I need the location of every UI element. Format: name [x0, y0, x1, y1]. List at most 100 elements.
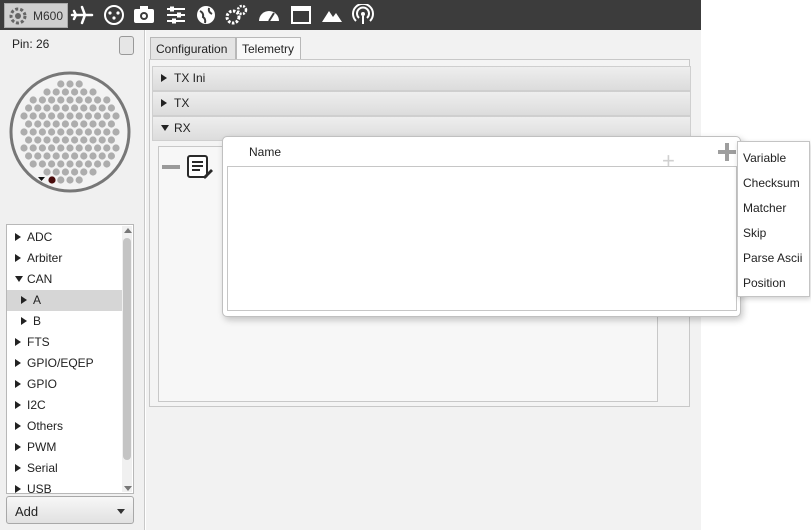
- connector-pin[interactable]: [43, 168, 51, 176]
- connector-pin[interactable]: [103, 112, 111, 120]
- connector-pin[interactable]: [66, 176, 74, 184]
- connector-pin[interactable]: [43, 136, 51, 144]
- connector-pin[interactable]: [43, 152, 51, 160]
- scrollbar-thumb[interactable]: [123, 238, 131, 460]
- connector-pin[interactable]: [103, 144, 111, 152]
- connector-pin[interactable]: [48, 96, 56, 104]
- connector-pin[interactable]: [48, 128, 56, 136]
- connector-pin[interactable]: [43, 120, 51, 128]
- connector-pin[interactable]: [94, 128, 102, 136]
- connector-pin[interactable]: [84, 96, 92, 104]
- connector-pin[interactable]: [89, 152, 97, 160]
- tree-item[interactable]: GPIO: [7, 374, 123, 395]
- connector-pin[interactable]: [20, 112, 28, 120]
- connector-pin[interactable]: [98, 136, 106, 144]
- menu-item-skip[interactable]: Skip: [738, 221, 811, 246]
- connector-pin[interactable]: [107, 152, 115, 160]
- connector-pin[interactable]: [34, 104, 42, 112]
- device-selector[interactable]: M600: [4, 3, 68, 28]
- connector-pin[interactable]: [103, 128, 111, 136]
- connector-pin[interactable]: [38, 112, 46, 120]
- connector-pin[interactable]: [48, 160, 56, 168]
- remove-icon[interactable]: [162, 165, 180, 169]
- connector-pin[interactable]: [71, 136, 79, 144]
- add-dropdown-button[interactable]: Add: [6, 496, 134, 524]
- connector-pin[interactable]: [61, 104, 69, 112]
- expand-arrow-icon[interactable]: [15, 443, 21, 451]
- connector-pin[interactable]: [75, 128, 83, 136]
- connector-pin[interactable]: [57, 128, 65, 136]
- menu-item-parse-ascii[interactable]: Parse Ascii: [738, 246, 811, 271]
- connector-pin[interactable]: [29, 160, 37, 168]
- connector-pin[interactable]: [52, 136, 60, 144]
- connector-pin[interactable]: [34, 136, 42, 144]
- connector-pin[interactable]: [52, 120, 60, 128]
- connector-pin[interactable]: [57, 176, 65, 184]
- section-tx[interactable]: TX: [152, 91, 691, 116]
- connector-pin[interactable]: [66, 96, 74, 104]
- connector-pin[interactable]: [25, 152, 33, 160]
- connector-pin[interactable]: [84, 128, 92, 136]
- connector-pin[interactable]: [48, 144, 56, 152]
- connector-pin[interactable]: [38, 160, 46, 168]
- window-icon[interactable]: [289, 4, 313, 26]
- tree-item[interactable]: USB: [7, 479, 123, 493]
- connector-pin[interactable]: [57, 80, 65, 88]
- mountain-icon[interactable]: [320, 4, 344, 26]
- connector-pin[interactable]: [61, 136, 69, 144]
- connector-pin[interactable]: [89, 104, 97, 112]
- expand-arrow-icon[interactable]: [15, 380, 21, 388]
- connector-pinout-diagram[interactable]: [8, 70, 132, 194]
- connector-pin[interactable]: [84, 112, 92, 120]
- expand-arrow-icon[interactable]: [15, 233, 21, 241]
- add-icon[interactable]: [716, 141, 738, 163]
- gauge-icon[interactable]: [257, 4, 281, 26]
- connector-pin[interactable]: [61, 152, 69, 160]
- collapse-arrow-icon[interactable]: [15, 276, 23, 282]
- connector-pin[interactable]: [61, 88, 69, 96]
- menu-item-position[interactable]: Position: [738, 271, 811, 296]
- connector-pin[interactable]: [75, 80, 83, 88]
- connector-pin[interactable]: [66, 80, 74, 88]
- expand-arrow-icon[interactable]: [15, 401, 21, 409]
- connector-pin[interactable]: [66, 112, 74, 120]
- connector-pin[interactable]: [66, 144, 74, 152]
- signal-icon[interactable]: [351, 4, 375, 26]
- expand-arrow-icon[interactable]: [21, 296, 27, 304]
- connector-pin[interactable]: [71, 104, 79, 112]
- connector-pin[interactable]: [112, 144, 120, 152]
- controller-icon[interactable]: [102, 4, 126, 26]
- connector-pin[interactable]: [107, 120, 115, 128]
- connector-pin[interactable]: [75, 144, 83, 152]
- connector-pin[interactable]: [103, 160, 111, 168]
- menu-item-matcher[interactable]: Matcher: [738, 196, 811, 221]
- connector-pin[interactable]: [29, 112, 37, 120]
- menu-item-variable[interactable]: Variable: [738, 146, 811, 171]
- connector-pin[interactable]: [84, 144, 92, 152]
- expand-arrow-icon[interactable]: [15, 485, 21, 493]
- connector-pin[interactable]: [80, 168, 88, 176]
- connector-pin[interactable]: [34, 120, 42, 128]
- tab-configuration[interactable]: Configuration: [150, 37, 236, 60]
- airplane-icon[interactable]: [70, 4, 94, 26]
- connector-pin[interactable]: [25, 136, 33, 144]
- tree-item[interactable]: Serial: [7, 458, 123, 479]
- connector-pin[interactable]: [38, 128, 46, 136]
- connector-pin[interactable]: [52, 152, 60, 160]
- connector-pin[interactable]: [20, 128, 28, 136]
- tree-item[interactable]: I2C: [7, 395, 123, 416]
- connector-pin[interactable]: [25, 104, 33, 112]
- section-tx-ini[interactable]: TX Ini: [152, 66, 691, 91]
- connector-pin[interactable]: [89, 120, 97, 128]
- connector-pin[interactable]: [89, 168, 97, 176]
- connector-pin[interactable]: [71, 120, 79, 128]
- connector-pin[interactable]: [112, 128, 120, 136]
- connector-pin[interactable]: [80, 136, 88, 144]
- connector-pin[interactable]: [61, 120, 69, 128]
- connector-pin[interactable]: [38, 96, 46, 104]
- connector-pin[interactable]: [80, 104, 88, 112]
- connector-pin[interactable]: [57, 160, 65, 168]
- connector-pin[interactable]: [57, 144, 65, 152]
- scroll-up-arrow-icon[interactable]: [124, 228, 132, 233]
- connector-pin[interactable]: [29, 144, 37, 152]
